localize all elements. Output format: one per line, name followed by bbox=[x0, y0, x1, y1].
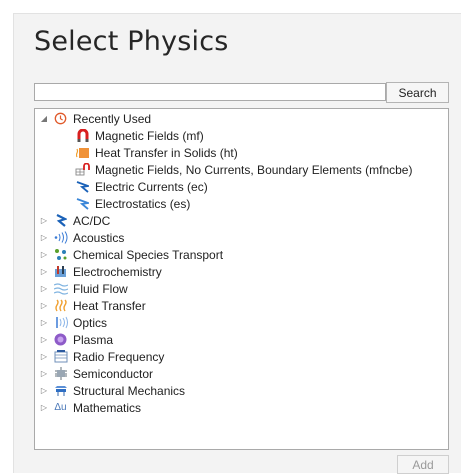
tree-node-radio-frequency[interactable]: ▷ Radio Frequency bbox=[39, 348, 164, 365]
collapse-arrow-icon[interactable]: ◢ bbox=[39, 114, 49, 123]
expand-arrow-icon[interactable]: ▷ bbox=[39, 267, 49, 276]
tree-item-electrostatics[interactable]: Electrostatics (es) bbox=[75, 195, 190, 212]
chemical-transport-icon bbox=[53, 248, 68, 262]
plasma-icon bbox=[53, 333, 68, 347]
tree-node-label: Heat Transfer bbox=[73, 298, 146, 313]
tree-node-label: Radio Frequency bbox=[73, 349, 165, 364]
acoustics-icon bbox=[53, 231, 68, 245]
tree-node-acdc[interactable]: ▷ AC/DC bbox=[39, 212, 110, 229]
expand-arrow-icon[interactable]: ▷ bbox=[39, 335, 49, 344]
expand-arrow-icon[interactable]: ▷ bbox=[39, 386, 49, 395]
acdc-icon bbox=[53, 214, 68, 228]
structural-mechanics-icon bbox=[53, 384, 68, 398]
physics-tree[interactable]: ◢ Recently Used Magnetic Fields (mf) Hea… bbox=[34, 108, 449, 450]
magnet-icon bbox=[75, 129, 90, 143]
expand-arrow-icon[interactable]: ▷ bbox=[39, 403, 49, 412]
tree-node-label: Recently Used bbox=[73, 111, 152, 126]
tree-item-magnetic-fields[interactable]: Magnetic Fields (mf) bbox=[75, 127, 204, 144]
tree-node-recently-used[interactable]: ◢ Recently Used bbox=[39, 110, 151, 127]
heat-solid-icon bbox=[75, 146, 90, 160]
radio-frequency-icon bbox=[53, 350, 68, 364]
expand-arrow-icon[interactable]: ▷ bbox=[39, 369, 49, 378]
tree-node-label: Structural Mechanics bbox=[73, 383, 186, 398]
tree-node-label: Chemical Species Transport bbox=[73, 247, 224, 262]
search-input[interactable] bbox=[34, 83, 386, 101]
magnet-bem-icon bbox=[75, 163, 90, 177]
tree-item-label: Magnetic Fields (mf) bbox=[95, 128, 204, 143]
heat-transfer-icon bbox=[53, 299, 68, 313]
tree-node-plasma[interactable]: ▷ Plasma bbox=[39, 331, 113, 348]
tree-node-acoustics[interactable]: ▷ Acoustics bbox=[39, 229, 124, 246]
expand-arrow-icon[interactable]: ▷ bbox=[39, 284, 49, 293]
tree-node-label: Mathematics bbox=[73, 400, 142, 415]
tree-item-electric-currents[interactable]: Electric Currents (ec) bbox=[75, 178, 208, 195]
tree-node-heat-transfer[interactable]: ▷ Heat Transfer bbox=[39, 297, 146, 314]
electrostatics-icon bbox=[75, 197, 90, 211]
tree-item-heat-transfer-solids[interactable]: Heat Transfer in Solids (ht) bbox=[75, 144, 238, 161]
semiconductor-icon bbox=[53, 367, 68, 381]
page-title: Select Physics bbox=[34, 26, 229, 57]
tree-node-label: AC/DC bbox=[73, 213, 111, 228]
add-button[interactable]: Add bbox=[397, 455, 449, 474]
tree-item-label: Heat Transfer in Solids (ht) bbox=[95, 145, 238, 160]
expand-arrow-icon[interactable]: ▷ bbox=[39, 250, 49, 259]
tree-node-chemical-species-transport[interactable]: ▷ Chemical Species Transport bbox=[39, 246, 223, 263]
electrochemistry-icon bbox=[53, 265, 68, 279]
expand-arrow-icon[interactable]: ▷ bbox=[39, 301, 49, 310]
tree-node-fluid-flow[interactable]: ▷ Fluid Flow bbox=[39, 280, 128, 297]
recent-clock-icon bbox=[53, 112, 68, 126]
tree-node-mathematics[interactable]: ▷ Δu Mathematics bbox=[39, 399, 141, 416]
tree-item-magnetic-fields-bem[interactable]: Magnetic Fields, No Currents, Boundary E… bbox=[75, 161, 412, 178]
expand-arrow-icon[interactable]: ▷ bbox=[39, 352, 49, 361]
tree-node-label: Acoustics bbox=[73, 230, 125, 245]
search-button[interactable]: Search bbox=[386, 82, 449, 103]
tree-item-label: Electric Currents (ec) bbox=[95, 179, 208, 194]
fluid-flow-icon bbox=[53, 282, 68, 296]
tree-node-semiconductor[interactable]: ▷ Semiconductor bbox=[39, 365, 153, 382]
tree-node-structural-mechanics[interactable]: ▷ Structural Mechanics bbox=[39, 382, 185, 399]
tree-item-label: Electrostatics (es) bbox=[95, 196, 191, 211]
tree-node-optics[interactable]: ▷ Optics bbox=[39, 314, 107, 331]
tree-node-label: Plasma bbox=[73, 332, 114, 347]
electric-currents-icon bbox=[75, 180, 90, 194]
expand-arrow-icon[interactable]: ▷ bbox=[39, 318, 49, 327]
expand-arrow-icon[interactable]: ▷ bbox=[39, 216, 49, 225]
tree-node-label: Semiconductor bbox=[73, 366, 154, 381]
tree-node-label: Electrochemistry bbox=[73, 264, 162, 279]
optics-icon bbox=[53, 316, 68, 330]
tree-node-electrochemistry[interactable]: ▷ Electrochemistry bbox=[39, 263, 162, 280]
mathematics-icon: Δu bbox=[54, 401, 67, 413]
tree-node-label: Optics bbox=[73, 315, 108, 330]
expand-arrow-icon[interactable]: ▷ bbox=[39, 233, 49, 242]
tree-node-label: Fluid Flow bbox=[73, 281, 128, 296]
tree-item-label: Magnetic Fields, No Currents, Boundary E… bbox=[95, 162, 413, 177]
